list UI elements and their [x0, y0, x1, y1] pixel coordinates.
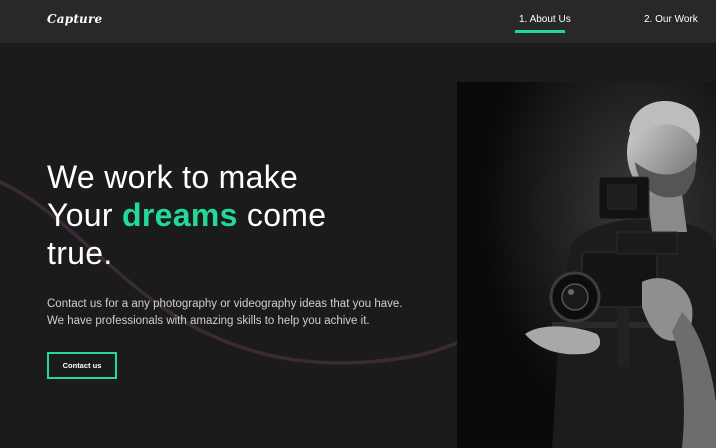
- hero-title: We work to make Your dreams come true.: [47, 158, 326, 272]
- hero-title-line-1: We work to make: [47, 159, 299, 195]
- nav-link-about-us[interactable]: 1. About Us: [519, 14, 571, 25]
- active-nav-underline: [515, 30, 565, 33]
- landing-page: Capture 1. About Us 2. Our Work We work …: [0, 0, 716, 448]
- hero-title-accent: dreams: [122, 197, 238, 233]
- hero-description-line-2: We have professionals with amazing skill…: [47, 315, 370, 327]
- contact-us-button[interactable]: Contact us: [47, 352, 117, 379]
- hero-photo: [457, 82, 716, 448]
- hero-description-line-1: Contact us for a any photography or vide…: [47, 298, 403, 310]
- hero-title-line-3: true.: [47, 235, 113, 271]
- photographer-illustration: [457, 82, 716, 448]
- hero-title-line-2-pre: Your: [47, 197, 123, 233]
- logo[interactable]: Capture: [47, 12, 102, 26]
- hero-description: Contact us for a any photography or vide…: [47, 296, 447, 330]
- hero-title-line-2-post: come: [237, 197, 327, 233]
- top-navbar: Capture 1. About Us 2. Our Work: [0, 0, 716, 43]
- nav-link-our-work[interactable]: 2. Our Work: [644, 14, 698, 25]
